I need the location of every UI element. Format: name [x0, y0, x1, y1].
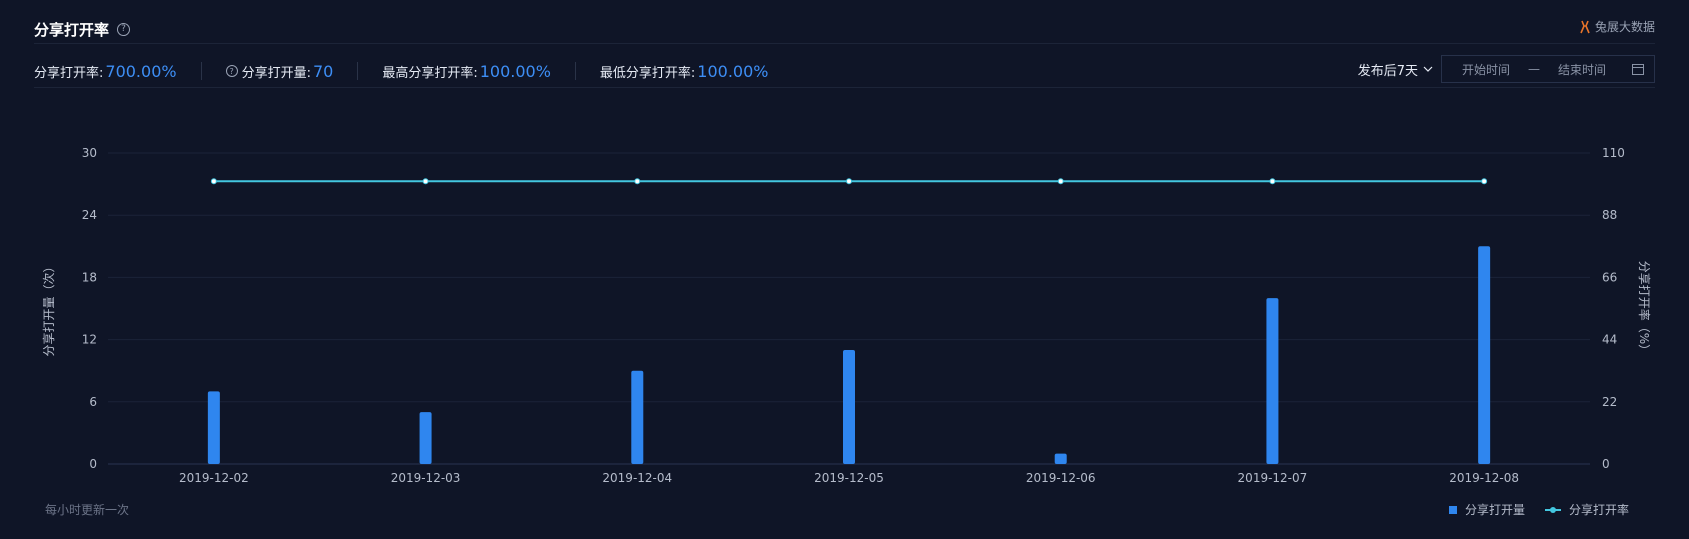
- y2-tick-label: 22: [1602, 395, 1617, 409]
- y-tick-label: 30: [82, 146, 97, 160]
- x-tick-label: 2019-12-06: [1026, 471, 1096, 485]
- bar: [207, 391, 220, 464]
- y-tick-label: 24: [82, 208, 97, 222]
- legend-label: 分享打开量: [1464, 503, 1525, 517]
- line-point: [1057, 178, 1064, 185]
- line-point: [210, 178, 217, 185]
- y2-axis-label: 分享打开率（%）: [1637, 261, 1652, 356]
- x-tick-label: 2019-12-04: [602, 471, 672, 485]
- y2-tick-label: 44: [1602, 333, 1617, 347]
- line-point: [1481, 178, 1488, 185]
- y-tick-label: 6: [89, 395, 97, 409]
- update-note: 每小时更新一次: [45, 503, 130, 517]
- bar: [1266, 298, 1279, 464]
- y-axis-label: 分享打开量（次）: [41, 260, 56, 356]
- x-tick-label: 2019-12-02: [179, 471, 249, 485]
- legend-label: 分享打开率: [1568, 503, 1629, 517]
- x-tick-label: 2019-12-03: [391, 471, 461, 485]
- line-point: [846, 178, 852, 185]
- bar: [419, 412, 432, 464]
- y-tick-label: 0: [89, 457, 97, 471]
- line-point: [422, 178, 429, 185]
- y2-tick-label: 66: [1602, 270, 1617, 284]
- x-tick-label: 2019-12-08: [1449, 471, 1519, 485]
- y-tick-label: 12: [82, 333, 97, 347]
- bar: [843, 349, 855, 464]
- bar: [1054, 453, 1067, 464]
- bar: [631, 370, 644, 464]
- y2-tick-label: 0: [1602, 457, 1610, 471]
- y2-tick-label: 110: [1602, 146, 1625, 160]
- legend-line-swatch: [1544, 506, 1561, 513]
- chart-legend: 分享打开量 分享打开率: [1429, 501, 1629, 518]
- legend-item-rate[interactable]: 分享打开率: [1544, 501, 1629, 518]
- chart-area: 0 6 12 18 24 30 0 22 44 66 88 110 分享打开量（次） 分享打开率（%） 20…: [41, 146, 1652, 485]
- x-tick-label: 2019-12-07: [1238, 471, 1308, 485]
- legend-item-count[interactable]: 分享打开量: [1448, 501, 1525, 518]
- line-point: [634, 178, 641, 185]
- y2-tick-label: 88: [1602, 208, 1617, 222]
- legend-bar-swatch: [1448, 505, 1457, 514]
- x-tick-label: 2019-12-05: [814, 471, 884, 485]
- y-tick-label: 18: [82, 270, 97, 284]
- line-point: [1269, 178, 1276, 185]
- bar: [1478, 246, 1491, 464]
